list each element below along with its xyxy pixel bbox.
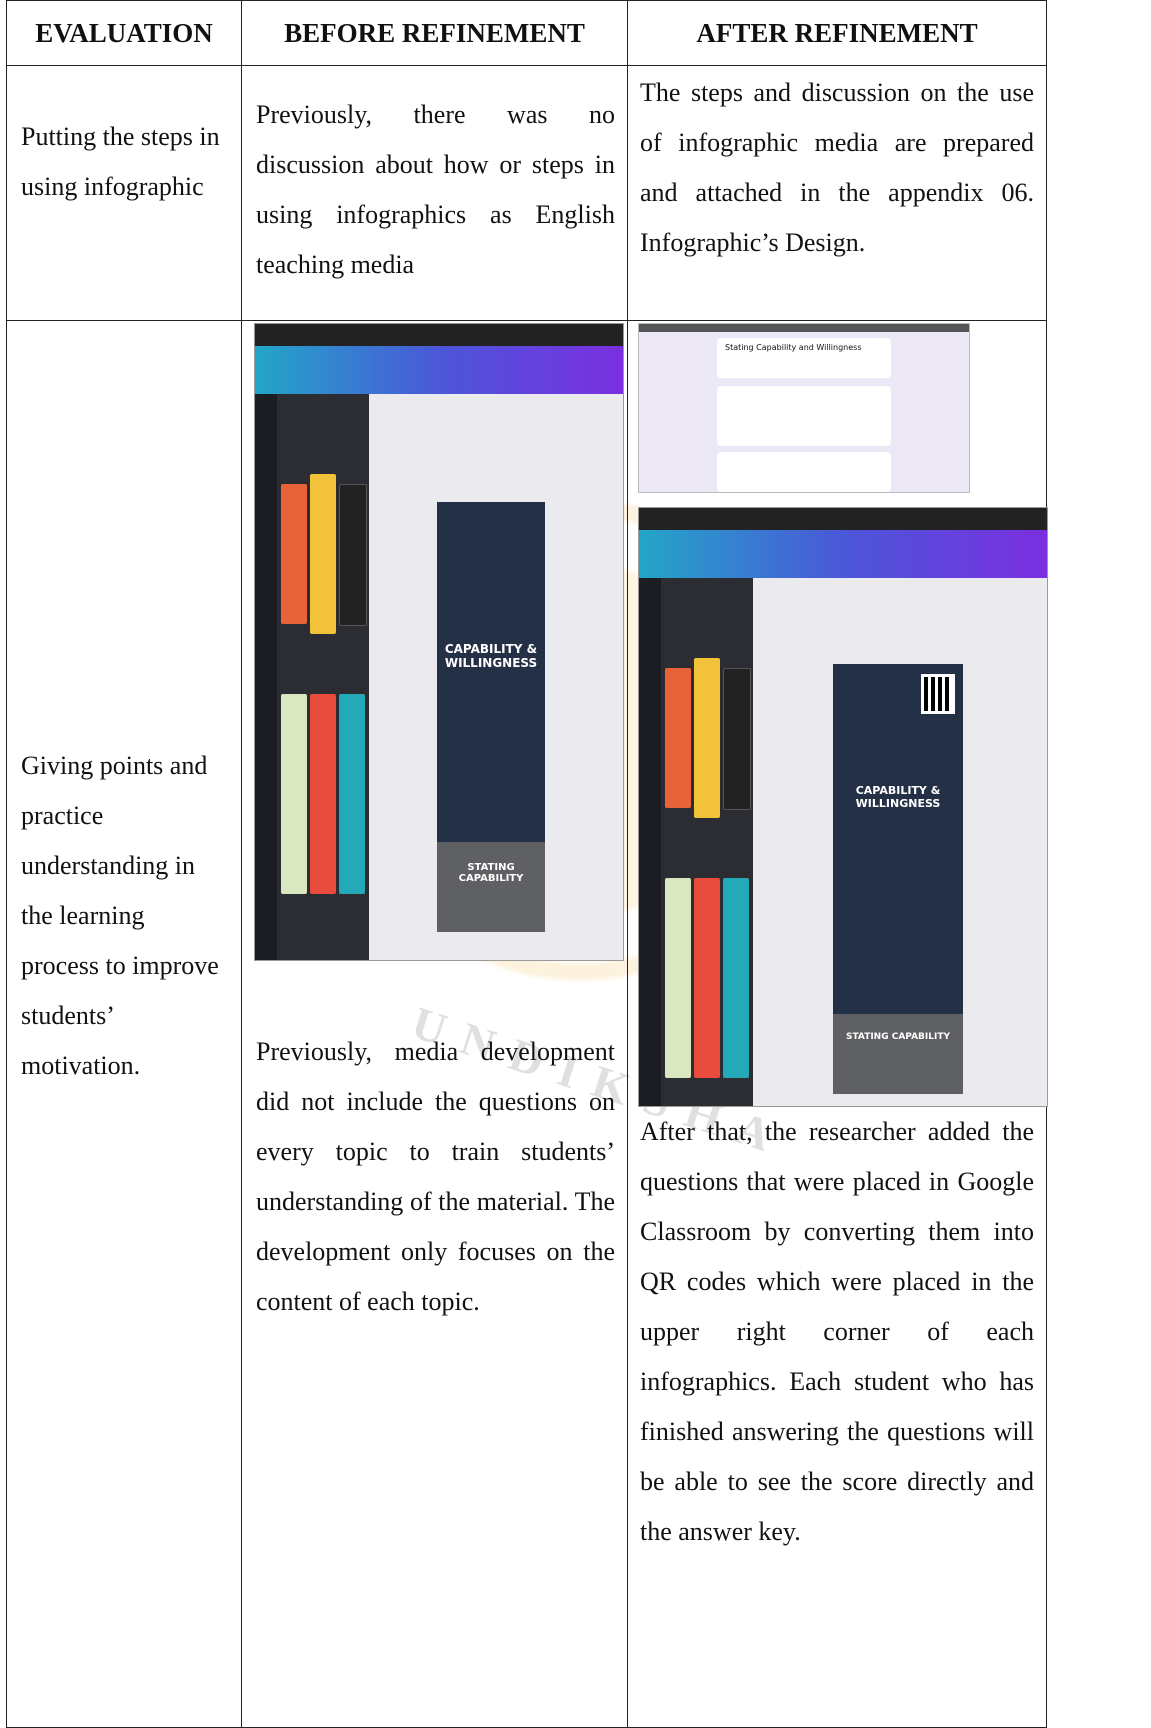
cell-before: Previously, there was no discussion abou… <box>241 65 628 321</box>
qr-code-icon <box>921 674 955 714</box>
poster-title: CAPABILITY & WILLINGNESS <box>444 642 538 670</box>
google-form-screenshot: Stating Capability and Willingness <box>638 323 970 493</box>
before-text: Previously, there was no discussion abou… <box>256 100 615 279</box>
canva-editor-screenshot-before: CAPABILITY & WILLINGNESS STATING CAPABIL… <box>254 323 624 961</box>
poster-subtitle: STATING CAPABILITY <box>846 1032 950 1042</box>
after-text: After that, the researcher added the que… <box>640 1117 1034 1546</box>
cell-before: CAPABILITY & WILLINGNESS STATING CAPABIL… <box>241 320 628 1728</box>
cell-after: Stating Capability and Willingness CAPAB… <box>627 320 1048 1728</box>
table-row: Putting the steps in using infographic P… <box>6 65 1047 321</box>
poster-subtitle: STATING CAPABILITY <box>458 862 524 884</box>
poster-title: CAPABILITY & WILLINGNESS <box>855 784 941 810</box>
cell-evaluation: Putting the steps in using infographic <box>6 65 242 321</box>
canva-editor-screenshot-after: CAPABILITY & WILLINGNESS STATING CAPABIL… <box>638 507 1048 1107</box>
table-row: Giving points and practice understanding… <box>6 320 1048 1728</box>
evaluation-text: Giving points and practice understanding… <box>21 751 219 1080</box>
before-text: Previously, media development did not in… <box>256 1037 615 1316</box>
refinement-table: EVALUATION BEFORE REFINEMENT AFTER REFIN… <box>6 0 1048 1728</box>
after-text: The steps and discussion on the use of i… <box>640 78 1034 257</box>
table-header-row: EVALUATION BEFORE REFINEMENT AFTER REFIN… <box>6 0 1047 66</box>
header-before: BEFORE REFINEMENT <box>241 0 628 66</box>
cell-after: The steps and discussion on the use of i… <box>627 65 1047 321</box>
after-image-area: Stating Capability and Willingness CAPAB… <box>628 321 1048 1107</box>
header-after: AFTER REFINEMENT <box>627 0 1047 66</box>
header-evaluation: EVALUATION <box>6 0 242 66</box>
evaluation-text: Putting the steps in using infographic <box>21 122 220 201</box>
cell-evaluation: Giving points and practice understanding… <box>6 320 242 1728</box>
form-title: Stating Capability and Willingness <box>725 343 862 352</box>
before-image-area: CAPABILITY & WILLINGNESS STATING CAPABIL… <box>242 321 627 1027</box>
